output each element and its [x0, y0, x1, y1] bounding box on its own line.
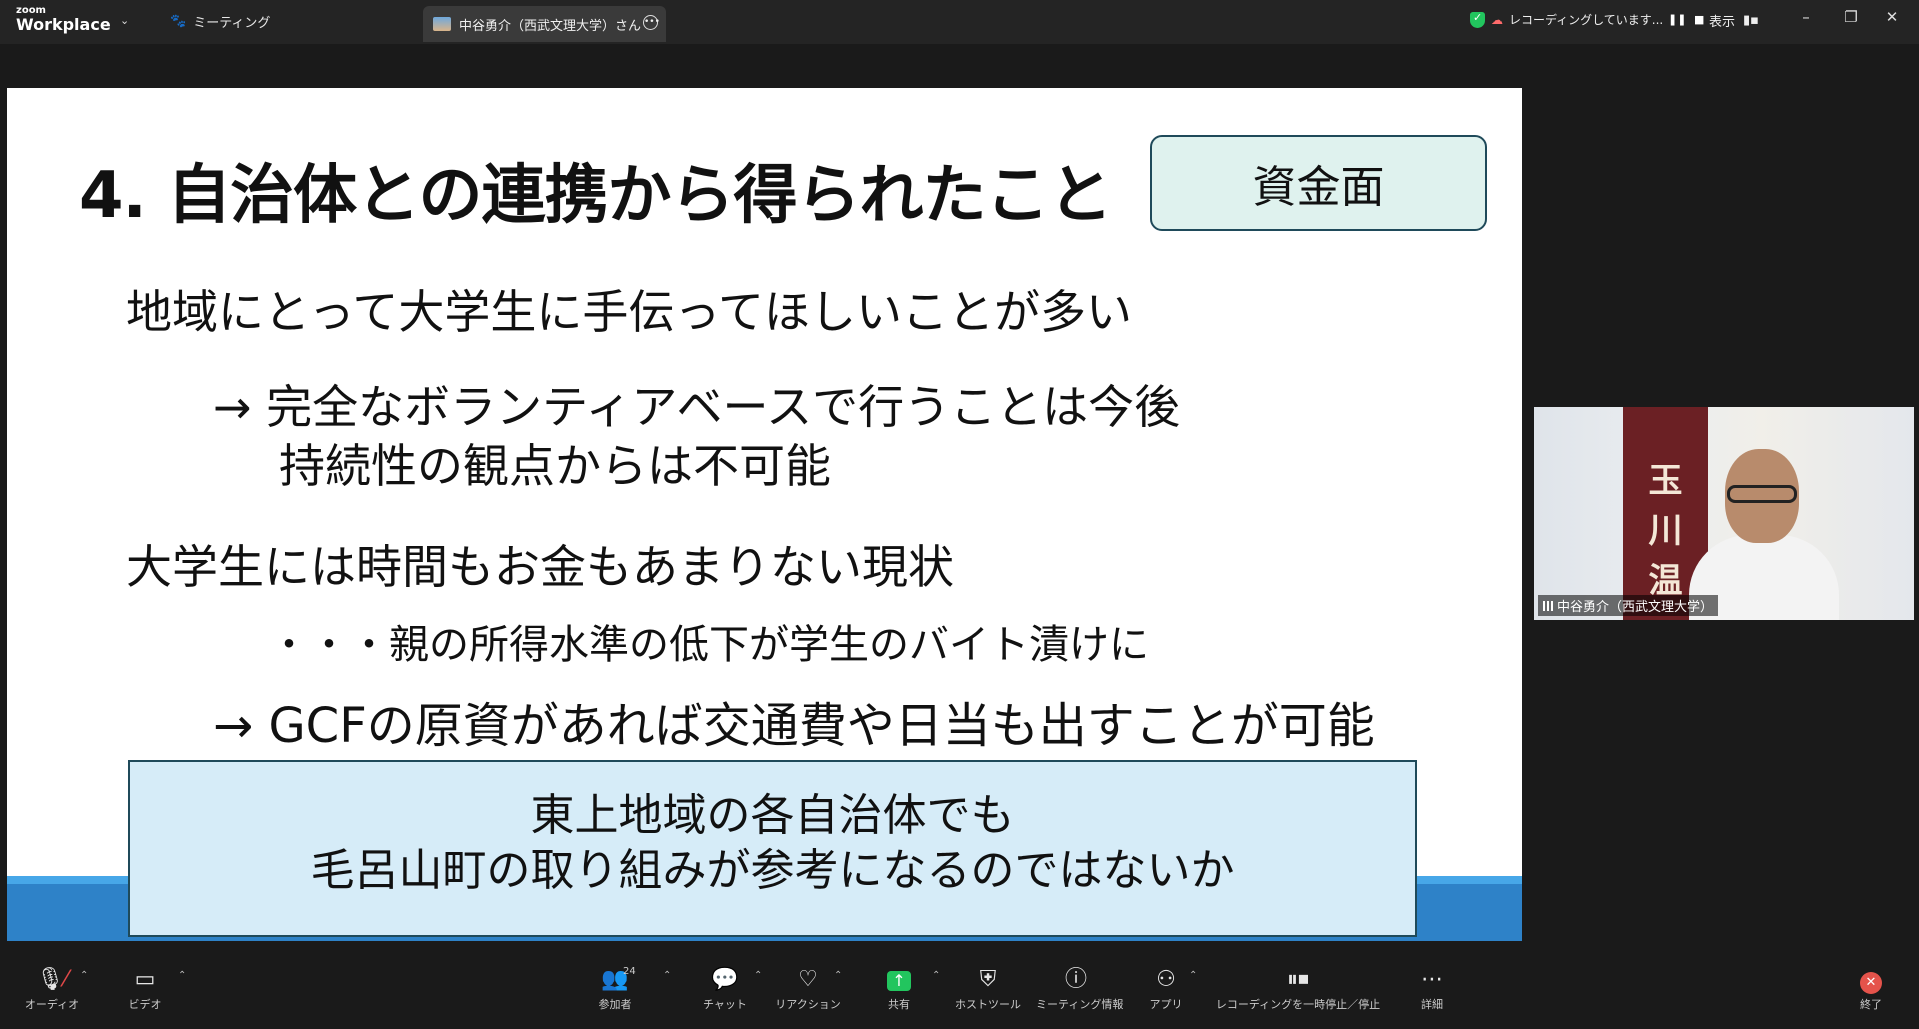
share-caret-icon[interactable]: ⌃	[932, 970, 940, 981]
share-button[interactable]: ↑ 共有	[859, 966, 939, 1012]
paw-icon: 🐾	[170, 14, 187, 29]
recording-status-area: ☁ レコーディングしています... ❚❚ ■	[1470, 11, 1707, 28]
screen-thumbnail-icon	[433, 17, 451, 31]
info-icon: ⓘ	[1064, 967, 1087, 992]
tab-meeting[interactable]: 🐾 ミーティング	[170, 12, 270, 31]
slide-tag-box: 資金面	[1150, 135, 1487, 231]
end-label: 終了	[1860, 998, 1882, 1011]
security-shield-icon[interactable]	[1470, 11, 1485, 28]
participant-glasses	[1727, 485, 1797, 503]
share-screen-icon: ↑	[887, 971, 911, 991]
video-label: ビデオ	[128, 998, 162, 1011]
chat-icon: 💬	[711, 967, 739, 992]
more-label: 詳細	[1421, 998, 1443, 1011]
pause-stop-recording-icon: ⏸⏹	[1286, 967, 1309, 992]
meeting-info-button[interactable]: ⓘ ミーティング情報	[1036, 966, 1124, 1012]
pause-recording-icon[interactable]: ❚❚	[1668, 12, 1686, 28]
apps-label: アプリ	[1149, 998, 1183, 1011]
signal-bars-icon	[1543, 600, 1553, 611]
host-tools-label: ホストツール	[955, 998, 1021, 1011]
close-window-icon[interactable]: ✕	[1877, 8, 1907, 26]
slide-line-1: 地域にとって大学生に手伝ってほしいことが多い	[126, 285, 1133, 339]
recording-control-button[interactable]: ⏸⏹ レコーディングを一時停止／停止	[1197, 966, 1399, 1012]
audio-caret-icon[interactable]: ⌃	[80, 970, 88, 981]
participants-button[interactable]: 24 👥 参加者	[575, 966, 655, 1012]
view-button[interactable]: 表示 ▮▪	[1709, 11, 1759, 30]
chat-caret-icon[interactable]: ⌃	[754, 970, 762, 981]
signboard-char: 玉	[1648, 461, 1683, 501]
minimize-icon[interactable]: –	[1791, 8, 1821, 26]
host-shield-icon: ⛨	[979, 967, 997, 992]
video-caret-icon[interactable]: ⌃	[178, 970, 186, 981]
participants-icon: 👥	[601, 967, 629, 992]
more-options-icon[interactable]: •••	[643, 15, 660, 30]
end-meeting-button[interactable]: ✕ 終了	[1831, 966, 1911, 1012]
slide-title: 4. 自治体との連携から得られたこと	[79, 159, 1112, 233]
chevron-down-icon[interactable]: ⌄	[120, 14, 129, 27]
shared-slide: 4. 自治体との連携から得られたこと 資金面 地域にとって大学生に手伝ってほしい…	[7, 88, 1522, 941]
video-off-icon: ▭	[134, 967, 156, 992]
participant-video-tile[interactable]: 玉 川 温 中谷勇介（西武文理大学）	[1534, 407, 1914, 620]
slide-line-2: → 完全なボランティアベースで行うことは今後	[213, 380, 1181, 434]
logo-big-text: Workplace	[16, 15, 111, 34]
more-button[interactable]: ⋯ 詳細	[1392, 966, 1472, 1012]
participants-count: 24	[623, 966, 636, 977]
stop-recording-icon[interactable]: ■	[1691, 12, 1707, 28]
reactions-caret-icon[interactable]: ⌃	[834, 970, 842, 981]
end-close-icon: ✕	[1860, 972, 1882, 994]
tab-active-share[interactable]: 中谷勇介（西武文理大学）さん •••	[423, 6, 666, 42]
meeting-toolbar: 🎙⁄ オーディオ ⌃ ▭ ビデオ ⌃ 24 👥 参加者 ⌃ 💬 チャット ⌃ ♡…	[0, 956, 1919, 1029]
more-dots-icon: ⋯	[1421, 967, 1443, 992]
slide-line-3: 持続性の観点からは不可能	[279, 439, 831, 493]
recording-status-text: レコーディングしています...	[1509, 13, 1664, 27]
chat-button[interactable]: 💬 チャット	[685, 966, 765, 1012]
tab-meeting-label: ミーティング	[193, 16, 271, 31]
top-bar: zoom Workplace ⌄ 🐾 ミーティング 中谷勇介（西武文理大学）さん…	[0, 0, 1919, 44]
slide-callout-box: 東上地域の各自治体でも 毛呂山町の取り組みが参考になるのではないか	[128, 760, 1417, 937]
view-layout-icon: ▮▪	[1743, 13, 1759, 28]
participants-caret-icon[interactable]: ⌃	[663, 970, 671, 981]
slide-line-5: ・・・親の所得水準の低下が学生のバイト漬けに	[269, 622, 1149, 668]
slide-line-6: → GCFの原資があれば交通費や日当も出すことが可能	[213, 698, 1375, 754]
chat-label: チャット	[703, 998, 747, 1011]
share-label: 共有	[888, 998, 910, 1011]
audio-label: オーディオ	[24, 998, 80, 1011]
video-button[interactable]: ▭ ビデオ	[105, 966, 185, 1012]
slide-line-4: 大学生には時間もお金もあまりない現状	[126, 540, 954, 594]
host-tools-button[interactable]: ⛨ ホストツール	[948, 966, 1028, 1012]
tab-active-label: 中谷勇介（西武文理大学）さん	[459, 18, 642, 34]
recording-control-label: レコーディングを一時停止／停止	[1215, 998, 1381, 1011]
meeting-info-label: ミーティング情報	[1036, 998, 1124, 1011]
callout-line-2: 毛呂山町の取り組みが参考になるのではないか	[310, 845, 1235, 896]
restore-icon[interactable]: ❐	[1836, 8, 1866, 26]
participant-name: 中谷勇介（西武文理大学）	[1557, 600, 1714, 615]
zoom-workplace-logo[interactable]: zoom Workplace	[16, 6, 111, 33]
view-label: 表示	[1709, 15, 1736, 30]
signboard-char: 川	[1648, 511, 1683, 551]
participants-label: 参加者	[598, 998, 632, 1011]
participant-name-label: 中谷勇介（西武文理大学）	[1538, 595, 1719, 616]
callout-line-1: 東上地域の各自治体でも	[530, 790, 1015, 841]
reactions-label: リアクション	[775, 998, 841, 1011]
cloud-recording-icon: ☁	[1491, 12, 1503, 27]
